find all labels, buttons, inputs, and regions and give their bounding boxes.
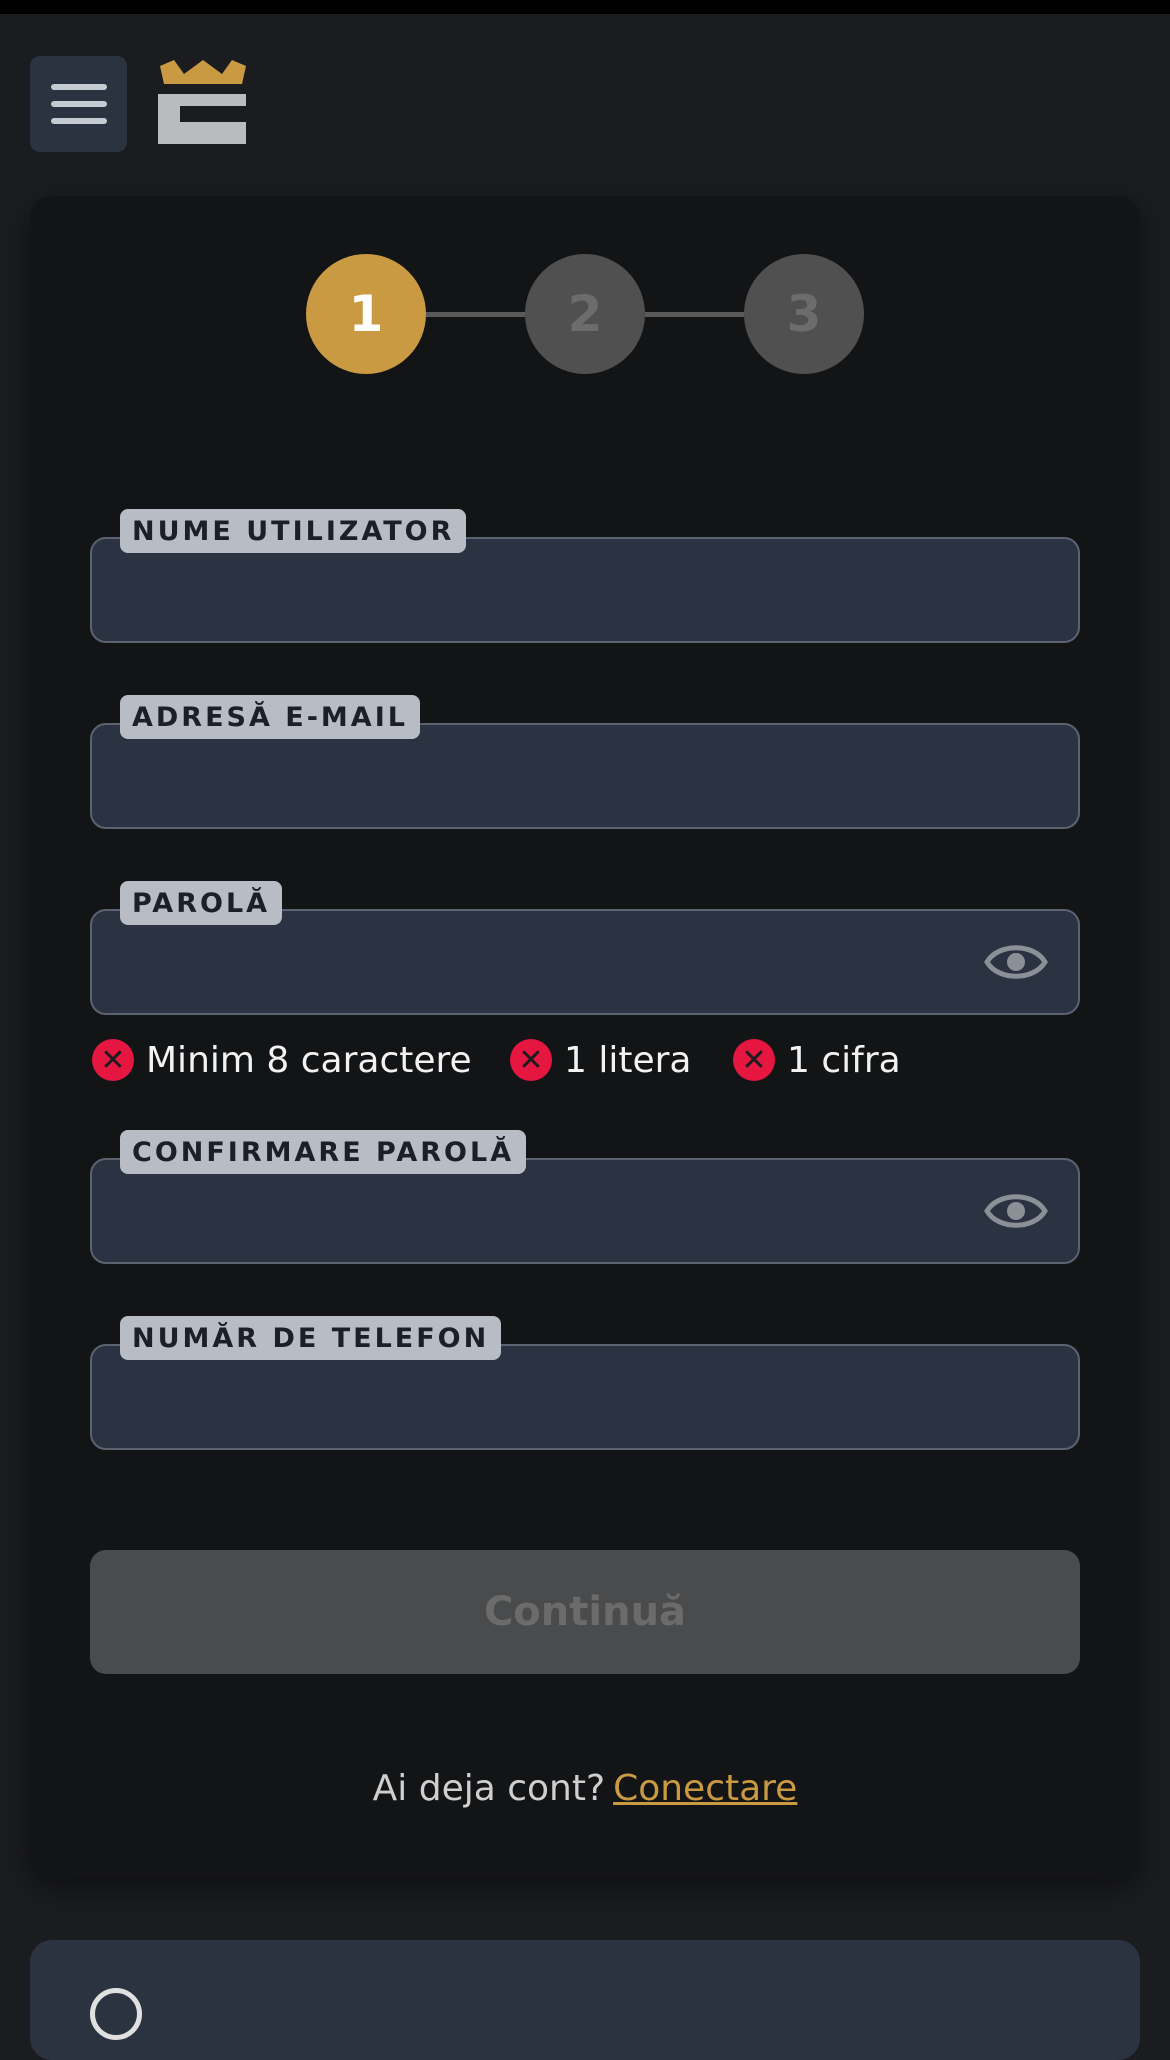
email-label: ADRESĂ E-MAIL [120, 695, 420, 739]
username-label: NUME UTILIZATOR [120, 509, 467, 553]
rule-text: 1 cifra [787, 1039, 901, 1081]
crown-logo-icon[interactable] [158, 60, 248, 150]
step-connector [645, 312, 744, 317]
password-label: PAROLĂ [120, 881, 283, 925]
bottom-section [30, 1940, 1140, 2060]
continue-button[interactable]: Continuă [90, 1550, 1080, 1674]
step-3: 3 [744, 254, 864, 374]
phone-label: NUMĂR DE TELEFON [120, 1316, 502, 1360]
rule-letter: ✕ 1 litera [510, 1036, 691, 1084]
info-circle-icon [90, 1988, 142, 2040]
confirm-password-input[interactable] [114, 1178, 974, 1244]
x-circle-icon: ✕ [92, 1039, 134, 1081]
menu-line [50, 101, 107, 107]
x-circle-icon: ✕ [510, 1039, 552, 1081]
menu-line [50, 118, 107, 124]
step-2: 2 [525, 254, 645, 374]
confirm-password-field: CONFIRMARE PAROLĂ [90, 1130, 1080, 1264]
rule-min-length: ✕ Minim 8 caractere [92, 1036, 472, 1084]
rule-digit: ✕ 1 cifra [733, 1036, 901, 1084]
login-prompt-text: Ai deja cont? [372, 1768, 606, 1809]
eye-icon[interactable] [984, 937, 1048, 987]
eye-icon[interactable] [984, 1186, 1048, 1236]
login-prompt: Ai deja cont? Conectare [0, 1768, 1170, 1809]
status-bar [0, 0, 1170, 14]
email-field: ADRESĂ E-MAIL [90, 695, 1080, 829]
rule-text: Minim 8 caractere [146, 1039, 472, 1081]
step-connector [426, 312, 525, 317]
confirm-password-label: CONFIRMARE PAROLĂ [120, 1130, 527, 1174]
password-input[interactable] [114, 929, 974, 995]
x-circle-icon: ✕ [733, 1039, 775, 1081]
hamburger-menu-icon[interactable] [30, 56, 127, 152]
step-1: 1 [306, 254, 426, 374]
menu-line [50, 84, 107, 90]
progress-stepper: 1 2 3 [306, 254, 864, 374]
username-input[interactable] [114, 557, 974, 623]
rule-text: 1 litera [564, 1039, 692, 1081]
username-field: NUME UTILIZATOR [90, 509, 1080, 643]
email-input[interactable] [114, 743, 974, 809]
login-link[interactable]: Conectare [613, 1768, 797, 1809]
password-field: PAROLĂ [90, 881, 1080, 1015]
phone-input[interactable] [114, 1364, 974, 1430]
phone-field: NUMĂR DE TELEFON [90, 1316, 1080, 1450]
